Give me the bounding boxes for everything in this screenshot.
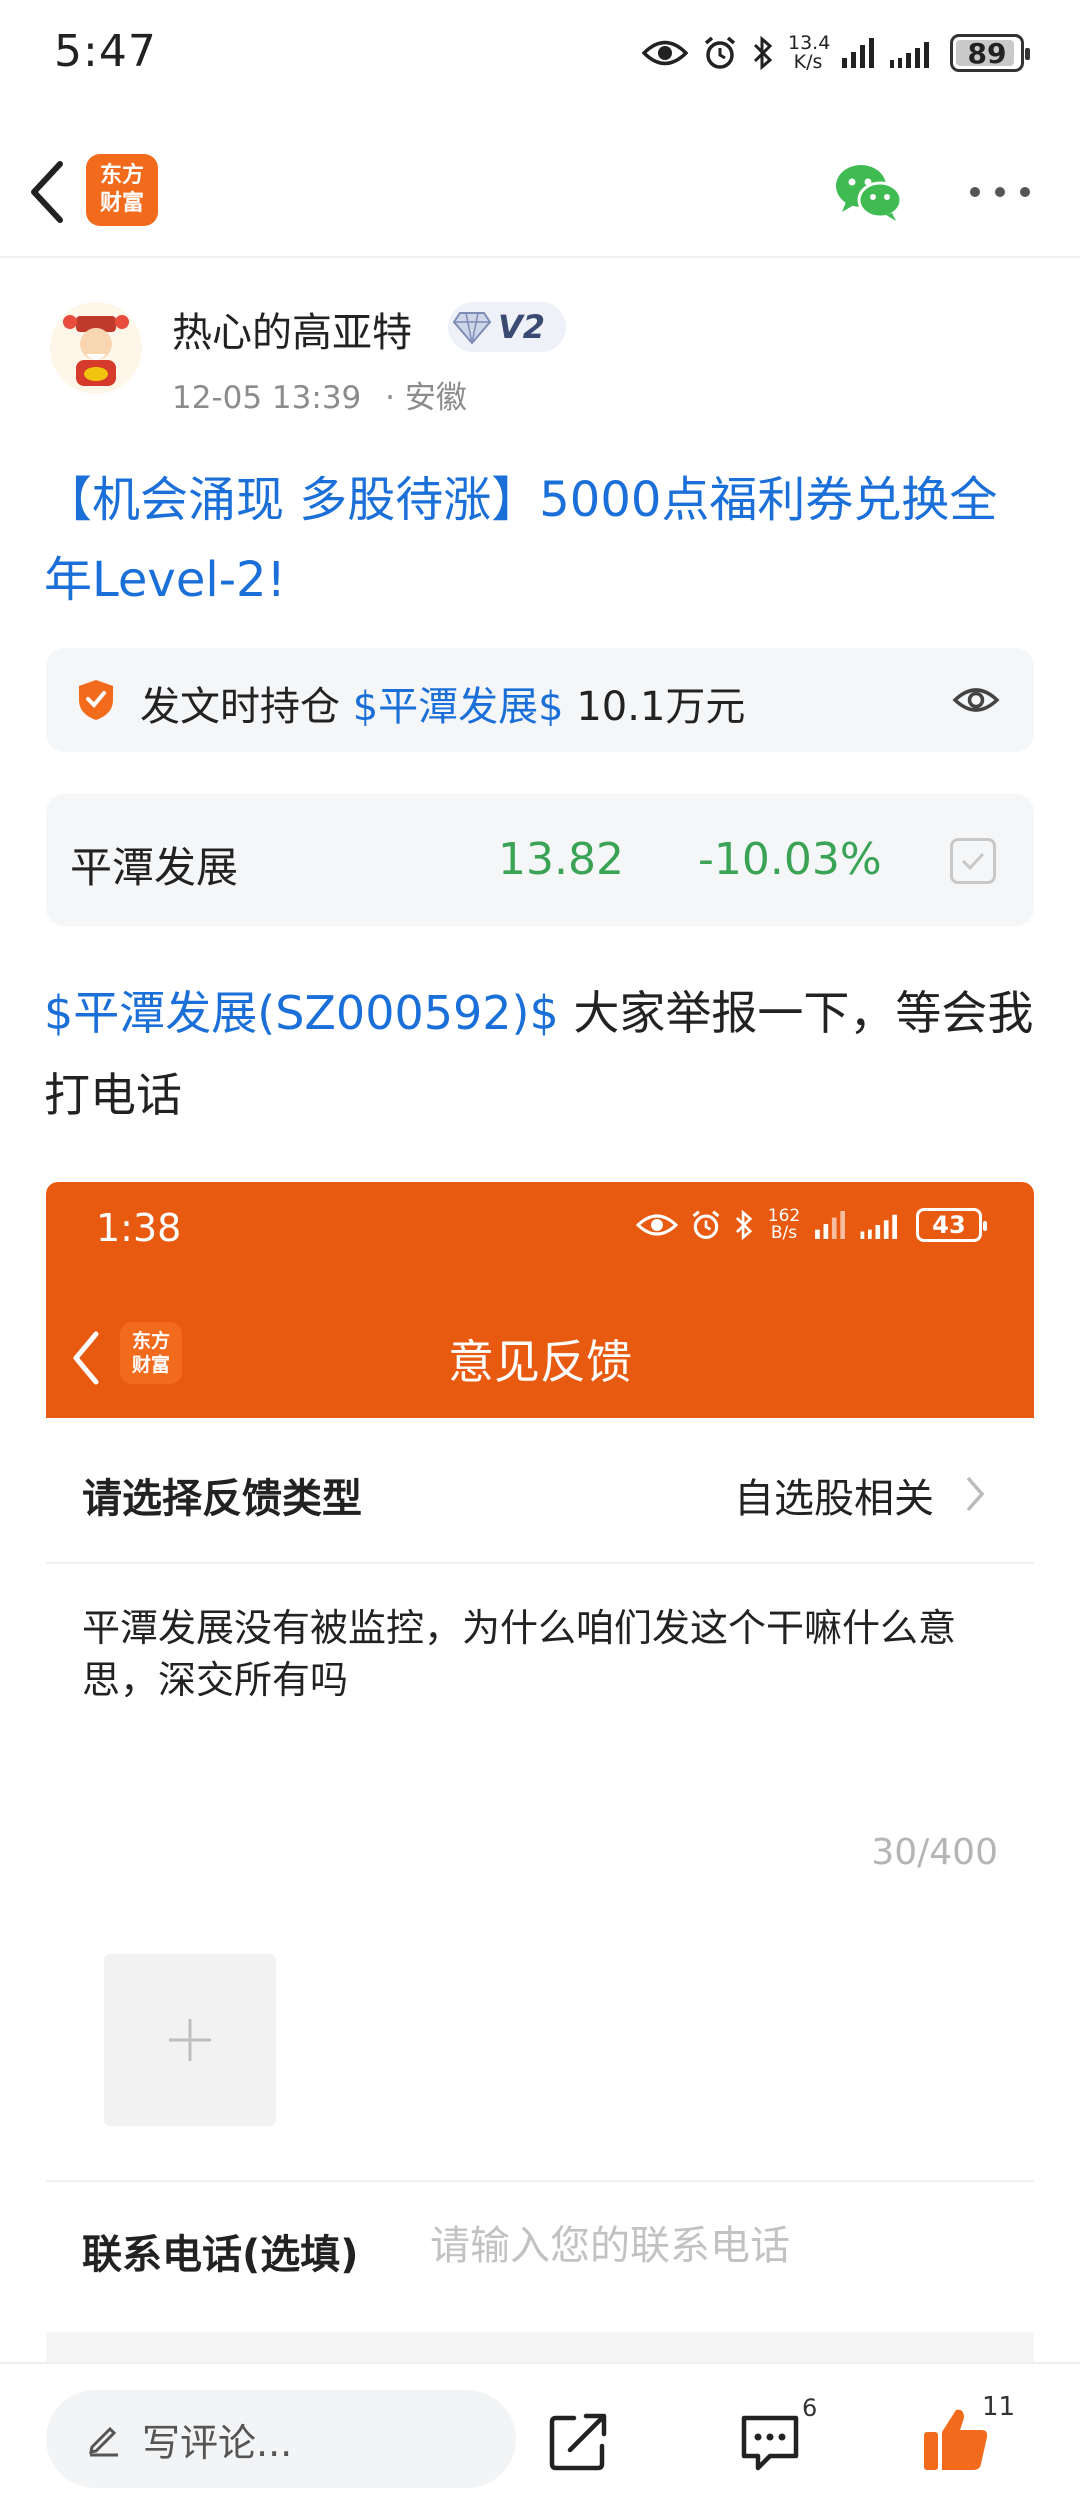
divider bbox=[46, 2180, 1034, 2182]
status-icons: 13.4 K/s 89 bbox=[642, 28, 1030, 78]
net-speed: 13.4 K/s bbox=[788, 34, 830, 73]
check-icon bbox=[961, 852, 985, 871]
author-name[interactable]: 热心的高亚特 bbox=[172, 300, 412, 358]
pencil-icon bbox=[89, 2426, 118, 2457]
embed-bluetooth-icon bbox=[735, 1209, 753, 1241]
chevron-right-icon bbox=[966, 1476, 985, 1512]
body-stock-link[interactable]: $平潭发展(SZ000592)$ bbox=[44, 986, 559, 1040]
post-title[interactable]: 【机会涌现 多股待涨】5000点福利券兑换全年Level-2! bbox=[44, 460, 1044, 620]
holding-stock-link[interactable]: $平潭发展$ bbox=[353, 684, 564, 730]
quote-stock-name: 平潭发展 bbox=[70, 843, 239, 892]
brand-logo[interactable]: 东方 财富 bbox=[86, 154, 158, 226]
feedback-type-value: 自选股相关 bbox=[734, 1476, 934, 1522]
feedback-text: 平潭发展没有被监控，为什么咱们发这个干嘛什么意思，深交所有吗 bbox=[82, 1606, 957, 1702]
signal-icon bbox=[842, 38, 874, 68]
share-icon[interactable] bbox=[548, 2410, 610, 2472]
shield-icon bbox=[79, 680, 113, 720]
holding-text: 发文时持仓 $平潭发展$ 10.1万元 bbox=[140, 674, 745, 732]
add-watchlist-checkbox[interactable] bbox=[950, 838, 996, 884]
embed-status-icons: 162 B/s 43 bbox=[636, 1208, 987, 1242]
embed-alarm-icon bbox=[692, 1210, 720, 1239]
avatar[interactable] bbox=[50, 302, 142, 394]
post-body: $平潭发展(SZ000592)$ 大家举报一下，等会我打电话 bbox=[44, 972, 1044, 1136]
bluetooth-icon bbox=[753, 35, 773, 71]
embedded-screenshot[interactable]: 1:38 162 B/s 43 东方 财富 意见反馈 请选择反馈类型 自选股相关… bbox=[46, 1182, 1034, 2372]
phone-label: 联系电话(选填) bbox=[82, 2232, 359, 2278]
eye-icon bbox=[642, 40, 688, 66]
char-counter: 30/400 bbox=[871, 1832, 998, 1873]
battery-indicator: 89 bbox=[950, 34, 1030, 72]
add-image-button bbox=[104, 1954, 276, 2126]
comment-input[interactable]: 写评论... bbox=[46, 2390, 516, 2488]
embed-signal-2-icon bbox=[860, 1214, 897, 1239]
embed-time: 1:38 bbox=[96, 1206, 182, 1250]
embed-net-speed: 162 B/s bbox=[766, 1208, 802, 1242]
more-menu-icon[interactable] bbox=[970, 184, 1030, 200]
brand-logo-line1: 东方 bbox=[99, 163, 144, 188]
battery-level: 89 bbox=[967, 36, 1007, 70]
post-date: 12-05 13:39 bbox=[172, 380, 362, 416]
holding-card[interactable]: 发文时持仓 $平潭发展$ 10.1万元 bbox=[46, 648, 1034, 752]
diamond-icon bbox=[452, 312, 492, 345]
post-meta: 12-05 13:39 · 安徽 bbox=[172, 372, 467, 417]
holding-amount: 10.1万元 bbox=[576, 684, 746, 730]
phone-input bbox=[430, 2218, 990, 2274]
avatar-image bbox=[50, 302, 142, 394]
embed-battery: 43 bbox=[916, 1208, 987, 1242]
embed-eye-icon bbox=[636, 1214, 678, 1236]
brand-logo-line2: 财富 bbox=[99, 191, 144, 216]
like-count: 11 bbox=[982, 2392, 1016, 2422]
status-time: 5:47 bbox=[54, 26, 157, 77]
alarm-icon bbox=[704, 36, 736, 69]
embed-battery-level: 43 bbox=[932, 1211, 966, 1239]
status-bar: 5:47 13.4 K/s 89 bbox=[0, 0, 1080, 110]
comment-placeholder: 写评论... bbox=[142, 2420, 293, 2465]
embed-page-title: 意见反馈 bbox=[448, 1335, 632, 1389]
back-arrow-icon[interactable] bbox=[22, 156, 74, 228]
level-text: V2 bbox=[498, 308, 546, 346]
top-nav: 东方 财富 bbox=[0, 130, 1080, 258]
embed-signal-icon bbox=[815, 1211, 845, 1239]
eye-toggle-icon[interactable] bbox=[952, 678, 1000, 722]
holding-prefix: 发文时持仓 bbox=[140, 684, 340, 730]
bottom-action-bar: 写评论... 6 11 bbox=[0, 2362, 1080, 2504]
comment-count: 6 bbox=[802, 2394, 818, 2422]
stock-quote-card[interactable]: 平潭发展 13.82 -10.03% bbox=[46, 794, 1034, 926]
net-speed-unit: K/s bbox=[793, 51, 823, 73]
embed-header: 1:38 162 B/s 43 东方 财富 意见反馈 bbox=[46, 1182, 1034, 1418]
plus-icon bbox=[169, 2019, 211, 2061]
wechat-share-icon[interactable] bbox=[834, 162, 904, 222]
post-location: · 安徽 bbox=[385, 380, 467, 416]
level-badge: V2 bbox=[448, 302, 566, 352]
quote-change: -10.03% bbox=[698, 834, 882, 885]
embed-net-speed-unit: B/s bbox=[770, 1223, 798, 1243]
comment-icon[interactable] bbox=[738, 2412, 802, 2472]
quote-price: 13.82 bbox=[498, 834, 624, 885]
feedback-type-row: 请选择反馈类型 自选股相关 bbox=[46, 1418, 1034, 1564]
thumbs-up-icon[interactable] bbox=[922, 2406, 990, 2472]
signal-2-icon bbox=[890, 42, 929, 68]
feedback-type-label: 请选择反馈类型 bbox=[82, 1476, 362, 1522]
